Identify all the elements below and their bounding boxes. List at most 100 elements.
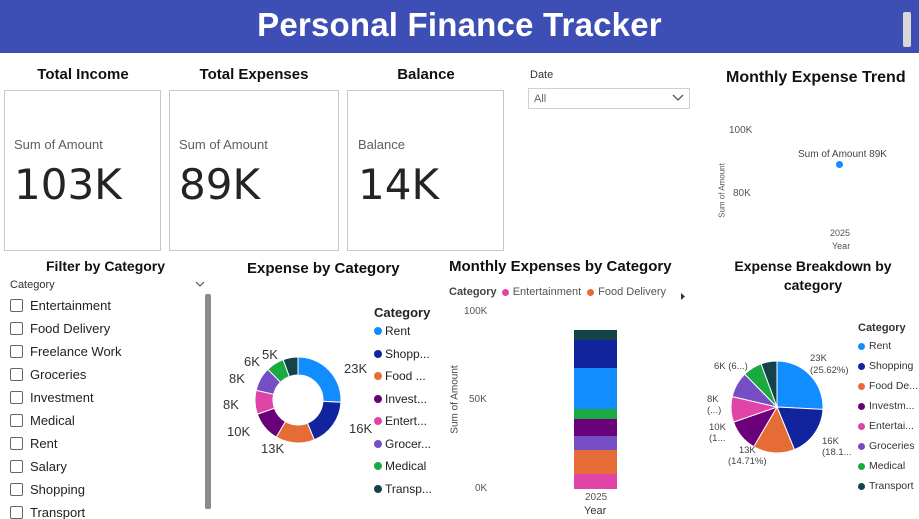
checkbox[interactable] <box>10 506 23 519</box>
total-income-title: Total Income <box>37 66 129 83</box>
legend-item-food-delivery[interactable]: Food Delivery <box>598 286 666 298</box>
legend-item-shopping[interactable]: Shopp... <box>374 343 444 366</box>
trend-data-point[interactable] <box>836 161 843 168</box>
pie-label-medical: 6K (6...) <box>714 361 748 372</box>
filter-item-food-delivery[interactable]: Food Delivery <box>10 317 200 340</box>
legend-item-entertainment[interactable]: Entertainment <box>513 286 581 298</box>
donut-legend: Rent Shopp... Food ... Invest... Entert.… <box>374 320 444 500</box>
filter-item-freelance-work[interactable]: Freelance Work <box>10 340 200 363</box>
legend-item-food[interactable]: Food De... <box>858 376 918 396</box>
slice-rent[interactable] <box>297 356 342 403</box>
segment-medical[interactable] <box>574 409 617 419</box>
legend-marker <box>858 422 865 430</box>
legend-marker <box>374 462 382 471</box>
banner-scrollbar[interactable] <box>903 12 911 47</box>
trend-title: Monthly Expense Trend <box>726 69 906 86</box>
stacked-y-axis-label: Sum of Amount <box>449 365 461 434</box>
stacked-y-tick-100k: 100K <box>464 306 488 317</box>
chevron-down-icon[interactable] <box>194 277 206 295</box>
donut-legend-title: Category <box>374 305 431 320</box>
legend-next-icon[interactable] <box>679 288 687 306</box>
checkbox[interactable] <box>10 483 23 496</box>
total-expenses-value: 89K <box>179 160 260 209</box>
trend-x-axis-label: Year <box>832 241 851 251</box>
legend-item-groceries[interactable]: Groceries <box>858 436 918 456</box>
pie-title: Expense Breakdown by category <box>715 257 911 295</box>
filter-list: Entertainment Food Delivery Freelance Wo… <box>10 294 200 519</box>
legend-item-entertainment[interactable]: Entert... <box>374 410 444 433</box>
legend-item-investment[interactable]: Investm... <box>858 396 918 416</box>
filter-item-transport[interactable]: Transport <box>10 501 200 519</box>
total-income-label: Sum of Amount <box>14 137 103 152</box>
legend-marker <box>858 362 865 370</box>
filter-item-medical[interactable]: Medical <box>10 409 200 432</box>
legend-item-transport[interactable]: Transport <box>858 476 918 496</box>
total-expenses-label: Sum of Amount <box>179 137 268 152</box>
filter-item-investment[interactable]: Investment <box>10 386 200 409</box>
segment-rent[interactable] <box>574 368 617 409</box>
total-expenses-title: Total Expenses <box>199 66 309 83</box>
checkbox[interactable] <box>10 299 23 312</box>
pie-label-entertainment: 8K (...) <box>707 394 722 416</box>
filter-scrollbar[interactable] <box>205 294 211 509</box>
legend-item-medical[interactable]: Medical <box>858 456 918 476</box>
checkbox[interactable] <box>10 460 23 473</box>
legend-marker <box>501 288 509 296</box>
donut-label-entertainment: 8K <box>223 397 239 412</box>
donut-slices[interactable] <box>254 356 342 444</box>
filter-item-entertainment[interactable]: Entertainment <box>10 294 200 317</box>
checkbox[interactable] <box>10 322 23 335</box>
pie-title-line2: category <box>783 277 843 293</box>
stacked-legend: Category Entertainment Food Delivery <box>449 286 666 298</box>
date-slicer-label: Date <box>530 69 554 81</box>
legend-marker <box>374 327 382 336</box>
segment-transport[interactable] <box>574 330 617 340</box>
segment-shopping[interactable] <box>574 340 617 368</box>
segment-entertainment[interactable] <box>574 474 617 489</box>
pie-title-line1: Expense Breakdown by <box>734 258 892 274</box>
legend-marker <box>858 382 865 390</box>
legend-item-medical[interactable]: Medical <box>374 455 444 478</box>
checkbox[interactable] <box>10 391 23 404</box>
filter-item-salary[interactable]: Salary <box>10 455 200 478</box>
segment-investment[interactable] <box>574 419 617 436</box>
legend-marker <box>858 462 865 470</box>
stacked-y-tick-0k: 0K <box>475 483 488 494</box>
pie-label-rent: 23K (25.62%) <box>810 353 849 376</box>
filter-item-groceries[interactable]: Groceries <box>10 363 200 386</box>
filter-item-shopping[interactable]: Shopping <box>10 478 200 501</box>
checkbox[interactable] <box>10 368 23 381</box>
pie-label-food: 13K (14.71%) <box>728 445 767 467</box>
legend-item-groceries[interactable]: Grocer... <box>374 433 444 456</box>
filter-item-rent[interactable]: Rent <box>10 432 200 455</box>
checkbox[interactable] <box>10 345 23 358</box>
donut-label-rent: 23K <box>344 361 368 376</box>
filter-header: Category <box>10 279 55 291</box>
legend-item-transport[interactable]: Transp... <box>374 478 444 501</box>
donut-label-groceries: 8K <box>229 371 245 386</box>
pie-label-shopping: 16K (18.1... <box>822 436 852 458</box>
stacked-column[interactable] <box>574 330 617 489</box>
legend-item-entertainment[interactable]: Entertai... <box>858 416 918 436</box>
trend-y-tick-80k: 80K <box>733 188 751 199</box>
date-slicer-dropdown[interactable]: All <box>528 88 690 109</box>
legend-marker <box>858 482 865 490</box>
legend-marker <box>374 417 382 426</box>
legend-item-rent[interactable]: Rent <box>858 336 918 356</box>
pie-legend: Rent Shopping Food De... Investm... Ente… <box>858 336 918 496</box>
checkbox[interactable] <box>10 414 23 427</box>
donut-label-transport: 5K <box>262 347 278 362</box>
legend-item-rent[interactable]: Rent <box>374 320 444 343</box>
donut-title: Expense by Category <box>247 260 400 277</box>
legend-item-investment[interactable]: Invest... <box>374 388 444 411</box>
legend-item-food[interactable]: Food ... <box>374 365 444 388</box>
segment-food[interactable] <box>574 450 617 474</box>
segment-groceries[interactable] <box>574 436 617 450</box>
legend-marker <box>374 439 382 448</box>
legend-item-shopping[interactable]: Shopping <box>858 356 918 376</box>
balance-value: 14K <box>358 160 439 209</box>
legend-marker <box>374 372 382 381</box>
legend-marker <box>858 402 865 410</box>
checkbox[interactable] <box>10 437 23 450</box>
slice-shopping[interactable] <box>306 400 342 441</box>
